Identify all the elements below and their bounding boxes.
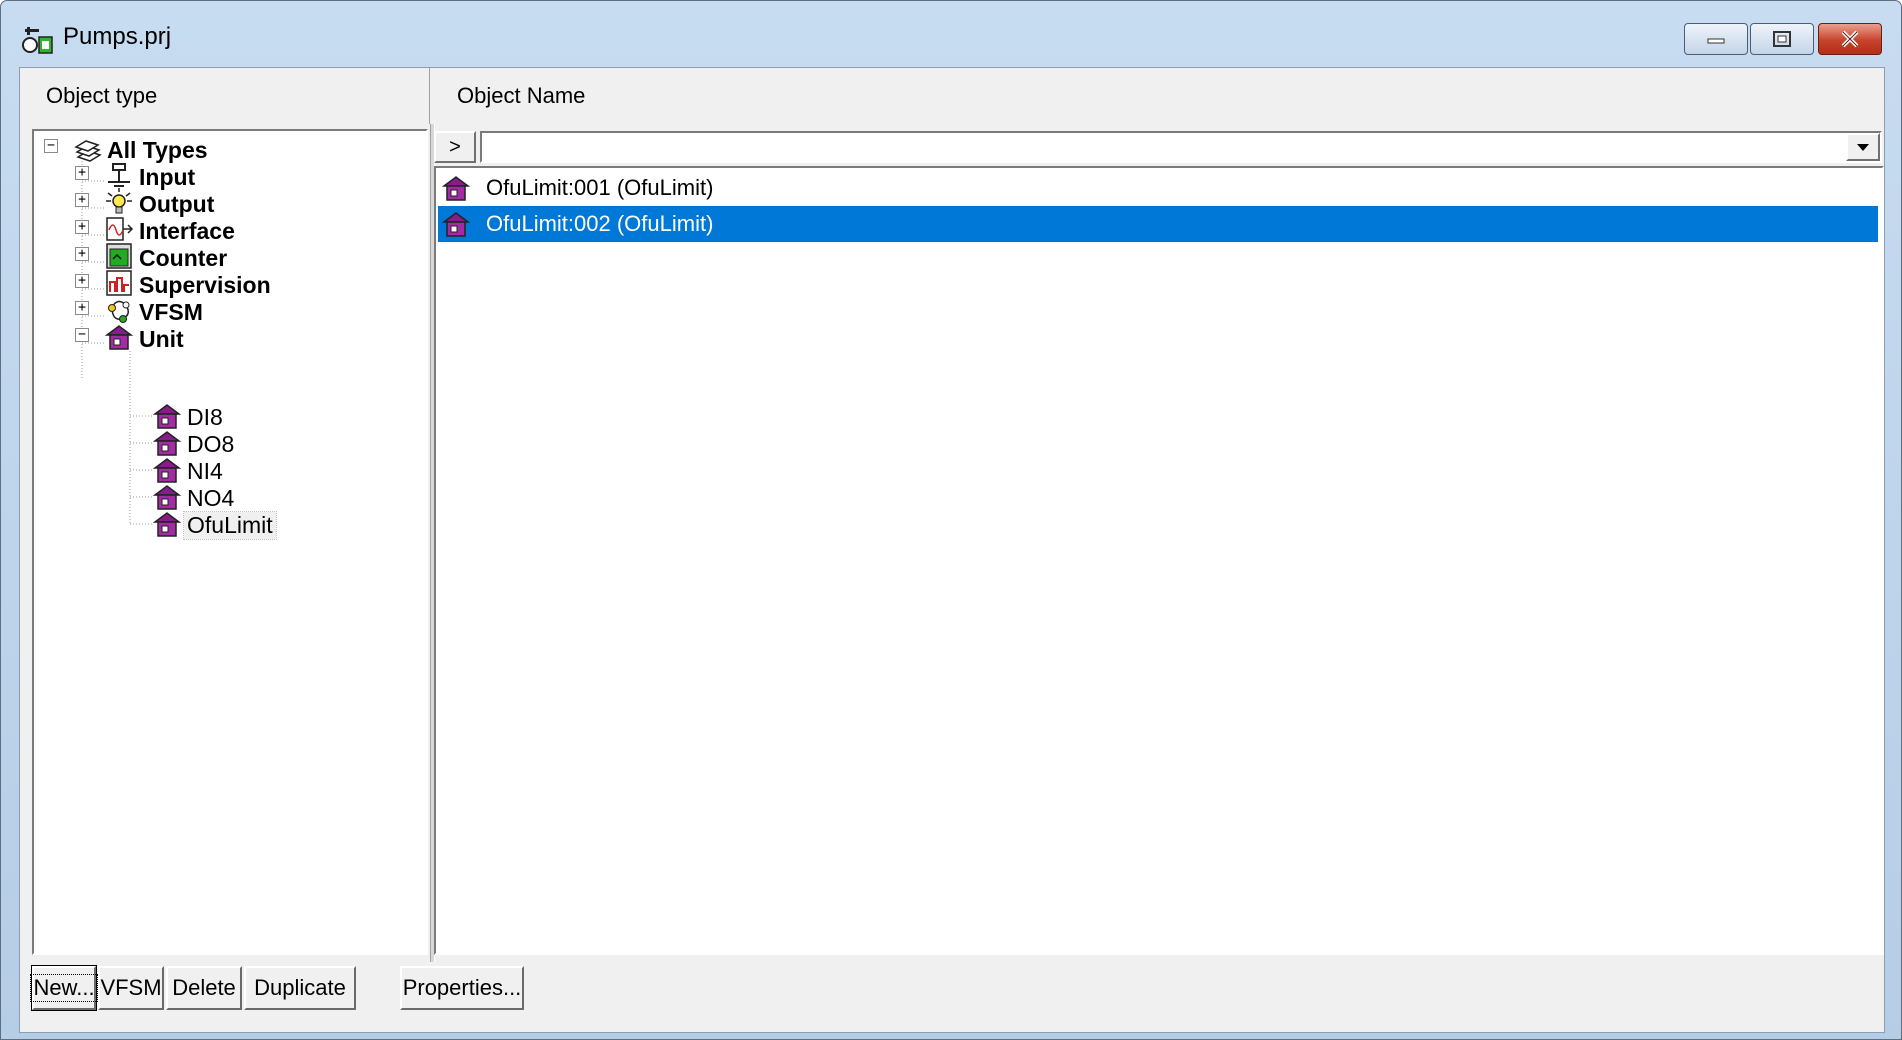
expand-vfsm-toggle[interactable]: + (75, 301, 89, 315)
unit-house-icon (152, 458, 182, 483)
minimize-icon (1707, 38, 1725, 44)
vfsm-button[interactable]: VFSM (98, 966, 164, 1010)
expand-output-toggle[interactable]: + (75, 193, 89, 207)
unit-house-icon (152, 404, 182, 429)
tree-node-ni4[interactable]: NI4 (184, 457, 226, 485)
unit-house-icon (152, 431, 182, 456)
tree-node-label: Output (139, 190, 215, 217)
tree-node-label: Interface (139, 217, 235, 244)
unit-house-icon (441, 176, 471, 201)
tree-node-no4[interactable]: NO4 (184, 484, 237, 512)
supervision-icon (106, 270, 132, 296)
tree-node-supervision[interactable]: Supervision (136, 271, 274, 299)
tree-node-do8[interactable]: DO8 (184, 430, 237, 458)
unit-house-icon (152, 512, 182, 537)
collapse-all-types-toggle[interactable]: − (44, 139, 58, 153)
tree-node-input[interactable]: Input (136, 163, 198, 191)
tree-node-label: Input (139, 163, 196, 190)
tree-node-output[interactable]: Output (136, 190, 217, 218)
expand-supervision-toggle[interactable]: + (75, 274, 89, 288)
close-button[interactable] (1818, 23, 1882, 55)
new-button[interactable]: New... (30, 965, 98, 1011)
tree-node-label: OfuLimit (183, 510, 277, 540)
unit-house-icon (152, 485, 182, 510)
window-title: Pumps.prj (63, 23, 172, 50)
tree-node-ofulimit[interactable]: OfuLimit (183, 510, 277, 540)
minimize-button[interactable] (1684, 23, 1748, 55)
restore-icon (1773, 31, 1791, 47)
tree-node-unit[interactable]: Unit (136, 325, 187, 353)
list-item[interactable]: OfuLimit:001 (OfuLimit) (438, 170, 1878, 206)
tree-node-label: DO8 (187, 430, 235, 457)
expand-interface-toggle[interactable]: + (75, 220, 89, 234)
collapse-unit-toggle[interactable]: − (75, 328, 89, 342)
client-area: Object type Object Name − All Types + In… (19, 67, 1885, 1033)
state-machine-icon (108, 300, 130, 323)
list-item-label: OfuLimit:001 (OfuLimit) (486, 175, 714, 200)
tree-node-label: Unit (139, 325, 184, 352)
input-switch-icon (108, 163, 130, 187)
header-object-type[interactable]: Object type (20, 68, 430, 124)
restore-button[interactable] (1750, 23, 1814, 55)
title-bar[interactable]: Pumps.prj (1, 1, 1901, 67)
tree-node-interface[interactable]: Interface (136, 217, 238, 245)
unit-house-icon (104, 325, 134, 350)
object-type-tree[interactable]: − All Types + Input + Output + Interface… (32, 129, 428, 955)
tree-node-label: Counter (139, 244, 228, 271)
chevron-down-icon (1857, 144, 1869, 151)
tree-node-label: NO4 (187, 484, 235, 511)
project-app-icon (22, 27, 53, 54)
duplicate-button[interactable]: Duplicate (244, 966, 356, 1010)
expand-counter-toggle[interactable]: + (75, 247, 89, 261)
counter-icon (106, 243, 132, 269)
list-item-label: OfuLimit:002 (OfuLimit) (486, 211, 714, 236)
combobox-dropdown-button[interactable] (1846, 133, 1880, 161)
tree-node-counter[interactable]: Counter (136, 244, 230, 272)
expand-input-toggle[interactable]: + (75, 166, 89, 180)
go-button[interactable]: > (434, 131, 476, 163)
properties-button[interactable]: Properties... (400, 966, 524, 1010)
list-item-selected[interactable]: OfuLimit:002 (OfuLimit) (438, 206, 1878, 242)
tree-node-label: Supervision (139, 271, 271, 298)
header-object-name[interactable]: Object Name (431, 68, 1881, 124)
tree-node-di8[interactable]: DI8 (184, 403, 226, 431)
tree-node-vfsm[interactable]: VFSM (136, 298, 206, 326)
lightbulb-icon (106, 188, 132, 214)
tree-node-label: VFSM (139, 298, 203, 325)
tree-lines (81, 155, 152, 525)
delete-button[interactable]: Delete (166, 966, 242, 1010)
close-icon (1841, 30, 1859, 48)
tree-node-label: NI4 (187, 457, 223, 484)
unit-house-icon (441, 212, 471, 237)
object-list[interactable]: OfuLimit:001 (OfuLimit) OfuLimit:002 (Of… (434, 166, 1884, 955)
new-button-label: New... (30, 974, 98, 1002)
object-filter-combobox[interactable] (480, 131, 1882, 163)
interface-icon (106, 217, 134, 241)
stack-icon (74, 140, 102, 162)
project-window: Pumps.prj Object type Object Name − All … (0, 0, 1902, 1040)
tree-node-label: DI8 (187, 403, 223, 430)
